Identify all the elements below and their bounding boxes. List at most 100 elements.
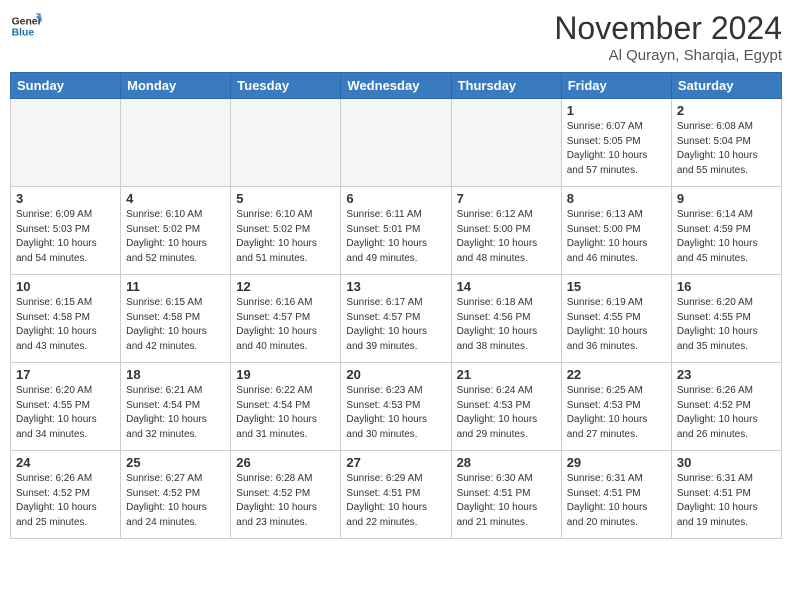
calendar-cell: 10 Sunrise: 6:15 AM Sunset: 4:58 PM Dayli… [11, 275, 121, 363]
calendar-cell: 6 Sunrise: 6:11 AM Sunset: 5:01 PM Daylig… [341, 187, 451, 275]
weekday-header-row: SundayMondayTuesdayWednesdayThursdayFrid… [11, 73, 782, 99]
day-info: Sunrise: 6:31 AM Sunset: 4:51 PM Dayligh… [677, 472, 776, 530]
day-number: 5 [236, 191, 335, 206]
day-number: 1 [567, 103, 666, 118]
calendar-cell [231, 99, 341, 187]
calendar-cell: 28 Sunrise: 6:30 AM Sunset: 4:51 PM Dayli… [451, 451, 561, 539]
calendar-cell: 22 Sunrise: 6:25 AM Sunset: 4:53 PM Dayli… [561, 363, 671, 451]
calendar-cell: 23Sunrise: 6:26 AM Sunset: 4:52 PM Dayli… [671, 363, 781, 451]
day-info: Sunrise: 6:26 AM Sunset: 4:52 PM Dayligh… [16, 472, 115, 530]
day-number: 10 [16, 279, 115, 294]
day-number: 9 [677, 191, 776, 206]
day-number: 11 [126, 279, 225, 294]
day-info: Sunrise: 6:18 AM Sunset: 4:56 PM Dayligh… [457, 296, 556, 354]
month-title: November 2024 [554, 10, 782, 47]
day-info: Sunrise: 6:27 AM Sunset: 4:52 PM Dayligh… [126, 472, 225, 530]
day-number: 17 [16, 367, 115, 382]
calendar-cell: 12 Sunrise: 6:16 AM Sunset: 4:57 PM Dayli… [231, 275, 341, 363]
day-info: Sunrise: 6:23 AM Sunset: 4:53 PM Dayligh… [346, 384, 445, 442]
day-number: 19 [236, 367, 335, 382]
day-info: Sunrise: 6:08 AM Sunset: 5:04 PM Dayligh… [677, 120, 776, 178]
day-info: Sunrise: 6:14 AM Sunset: 4:59 PM Dayligh… [677, 208, 776, 266]
day-info: Sunrise: 6:07 AM Sunset: 5:05 PM Dayligh… [567, 120, 666, 178]
weekday-header-thursday: Thursday [451, 73, 561, 99]
day-number: 15 [567, 279, 666, 294]
svg-text:Blue: Blue [12, 28, 35, 39]
weekday-header-monday: Monday [121, 73, 231, 99]
day-info: Sunrise: 6:10 AM Sunset: 5:02 PM Dayligh… [236, 208, 335, 266]
day-info: Sunrise: 6:17 AM Sunset: 4:57 PM Dayligh… [346, 296, 445, 354]
calendar-cell: 9 Sunrise: 6:14 AM Sunset: 4:59 PM Daylig… [671, 187, 781, 275]
weekday-header-friday: Friday [561, 73, 671, 99]
calendar-cell: 25 Sunrise: 6:27 AM Sunset: 4:52 PM Dayli… [121, 451, 231, 539]
day-info: Sunrise: 6:19 AM Sunset: 4:55 PM Dayligh… [567, 296, 666, 354]
day-info: Sunrise: 6:28 AM Sunset: 4:52 PM Dayligh… [236, 472, 335, 530]
day-number: 26 [236, 455, 335, 470]
calendar-cell: 18 Sunrise: 6:21 AM Sunset: 4:54 PM Dayli… [121, 363, 231, 451]
day-info: Sunrise: 6:20 AM Sunset: 4:55 PM Dayligh… [16, 384, 115, 442]
day-number: 27 [346, 455, 445, 470]
calendar-table: SundayMondayTuesdayWednesdayThursdayFrid… [10, 72, 782, 539]
day-number: 23 [677, 367, 776, 382]
weekday-header-tuesday: Tuesday [231, 73, 341, 99]
week-row-2: 10 Sunrise: 6:15 AM Sunset: 4:58 PM Dayli… [11, 275, 782, 363]
calendar-cell: 8 Sunrise: 6:13 AM Sunset: 5:00 PM Daylig… [561, 187, 671, 275]
day-info: Sunrise: 6:09 AM Sunset: 5:03 PM Dayligh… [16, 208, 115, 266]
day-number: 20 [346, 367, 445, 382]
logo: General Blue [10, 10, 42, 42]
calendar-cell: 26 Sunrise: 6:28 AM Sunset: 4:52 PM Dayli… [231, 451, 341, 539]
day-number: 25 [126, 455, 225, 470]
day-number: 3 [16, 191, 115, 206]
day-number: 6 [346, 191, 445, 206]
weekday-header-sunday: Sunday [11, 73, 121, 99]
day-info: Sunrise: 6:12 AM Sunset: 5:00 PM Dayligh… [457, 208, 556, 266]
day-info: Sunrise: 6:13 AM Sunset: 5:00 PM Dayligh… [567, 208, 666, 266]
calendar-cell [341, 99, 451, 187]
day-number: 18 [126, 367, 225, 382]
calendar-cell [121, 99, 231, 187]
day-info: Sunrise: 6:29 AM Sunset: 4:51 PM Dayligh… [346, 472, 445, 530]
calendar-cell: 19 Sunrise: 6:22 AM Sunset: 4:54 PM Dayli… [231, 363, 341, 451]
day-info: Sunrise: 6:22 AM Sunset: 4:54 PM Dayligh… [236, 384, 335, 442]
location: Al Qurayn, Sharqia, Egypt [554, 47, 782, 64]
day-info: Sunrise: 6:21 AM Sunset: 4:54 PM Dayligh… [126, 384, 225, 442]
page-header: General Blue November 2024 Al Qurayn, Sh… [10, 10, 782, 64]
day-number: 30 [677, 455, 776, 470]
day-info: Sunrise: 6:30 AM Sunset: 4:51 PM Dayligh… [457, 472, 556, 530]
day-number: 22 [567, 367, 666, 382]
calendar-cell: 16 Sunrise: 6:20 AM Sunset: 4:55 PM Dayli… [671, 275, 781, 363]
calendar-cell: 24Sunrise: 6:26 AM Sunset: 4:52 PM Dayli… [11, 451, 121, 539]
day-info: Sunrise: 6:10 AM Sunset: 5:02 PM Dayligh… [126, 208, 225, 266]
logo-icon: General Blue [10, 10, 42, 42]
calendar-cell: 3 Sunrise: 6:09 AM Sunset: 5:03 PM Daylig… [11, 187, 121, 275]
day-number: 21 [457, 367, 556, 382]
title-block: November 2024 Al Qurayn, Sharqia, Egypt [554, 10, 782, 64]
calendar-cell: 1 Sunrise: 6:07 AM Sunset: 5:05 PM Daylig… [561, 99, 671, 187]
day-number: 7 [457, 191, 556, 206]
day-info: Sunrise: 6:15 AM Sunset: 4:58 PM Dayligh… [126, 296, 225, 354]
day-number: 14 [457, 279, 556, 294]
calendar-cell: 21 Sunrise: 6:24 AM Sunset: 4:53 PM Dayli… [451, 363, 561, 451]
day-number: 29 [567, 455, 666, 470]
weekday-header-saturday: Saturday [671, 73, 781, 99]
calendar-cell: 27 Sunrise: 6:29 AM Sunset: 4:51 PM Dayli… [341, 451, 451, 539]
day-number: 28 [457, 455, 556, 470]
day-info: Sunrise: 6:25 AM Sunset: 4:53 PM Dayligh… [567, 384, 666, 442]
calendar-cell: 20 Sunrise: 6:23 AM Sunset: 4:53 PM Dayli… [341, 363, 451, 451]
day-number: 2 [677, 103, 776, 118]
calendar-cell [11, 99, 121, 187]
day-number: 12 [236, 279, 335, 294]
day-number: 8 [567, 191, 666, 206]
week-row-0: 1 Sunrise: 6:07 AM Sunset: 5:05 PM Daylig… [11, 99, 782, 187]
calendar-cell: 14 Sunrise: 6:18 AM Sunset: 4:56 PM Dayli… [451, 275, 561, 363]
weekday-header-wednesday: Wednesday [341, 73, 451, 99]
day-number: 16 [677, 279, 776, 294]
day-info: Sunrise: 6:16 AM Sunset: 4:57 PM Dayligh… [236, 296, 335, 354]
day-info: Sunrise: 6:15 AM Sunset: 4:58 PM Dayligh… [16, 296, 115, 354]
calendar-cell: 2 Sunrise: 6:08 AM Sunset: 5:04 PM Daylig… [671, 99, 781, 187]
day-info: Sunrise: 6:11 AM Sunset: 5:01 PM Dayligh… [346, 208, 445, 266]
week-row-1: 3 Sunrise: 6:09 AM Sunset: 5:03 PM Daylig… [11, 187, 782, 275]
day-info: Sunrise: 6:24 AM Sunset: 4:53 PM Dayligh… [457, 384, 556, 442]
week-row-3: 17 Sunrise: 6:20 AM Sunset: 4:55 PM Dayli… [11, 363, 782, 451]
day-info: Sunrise: 6:20 AM Sunset: 4:55 PM Dayligh… [677, 296, 776, 354]
